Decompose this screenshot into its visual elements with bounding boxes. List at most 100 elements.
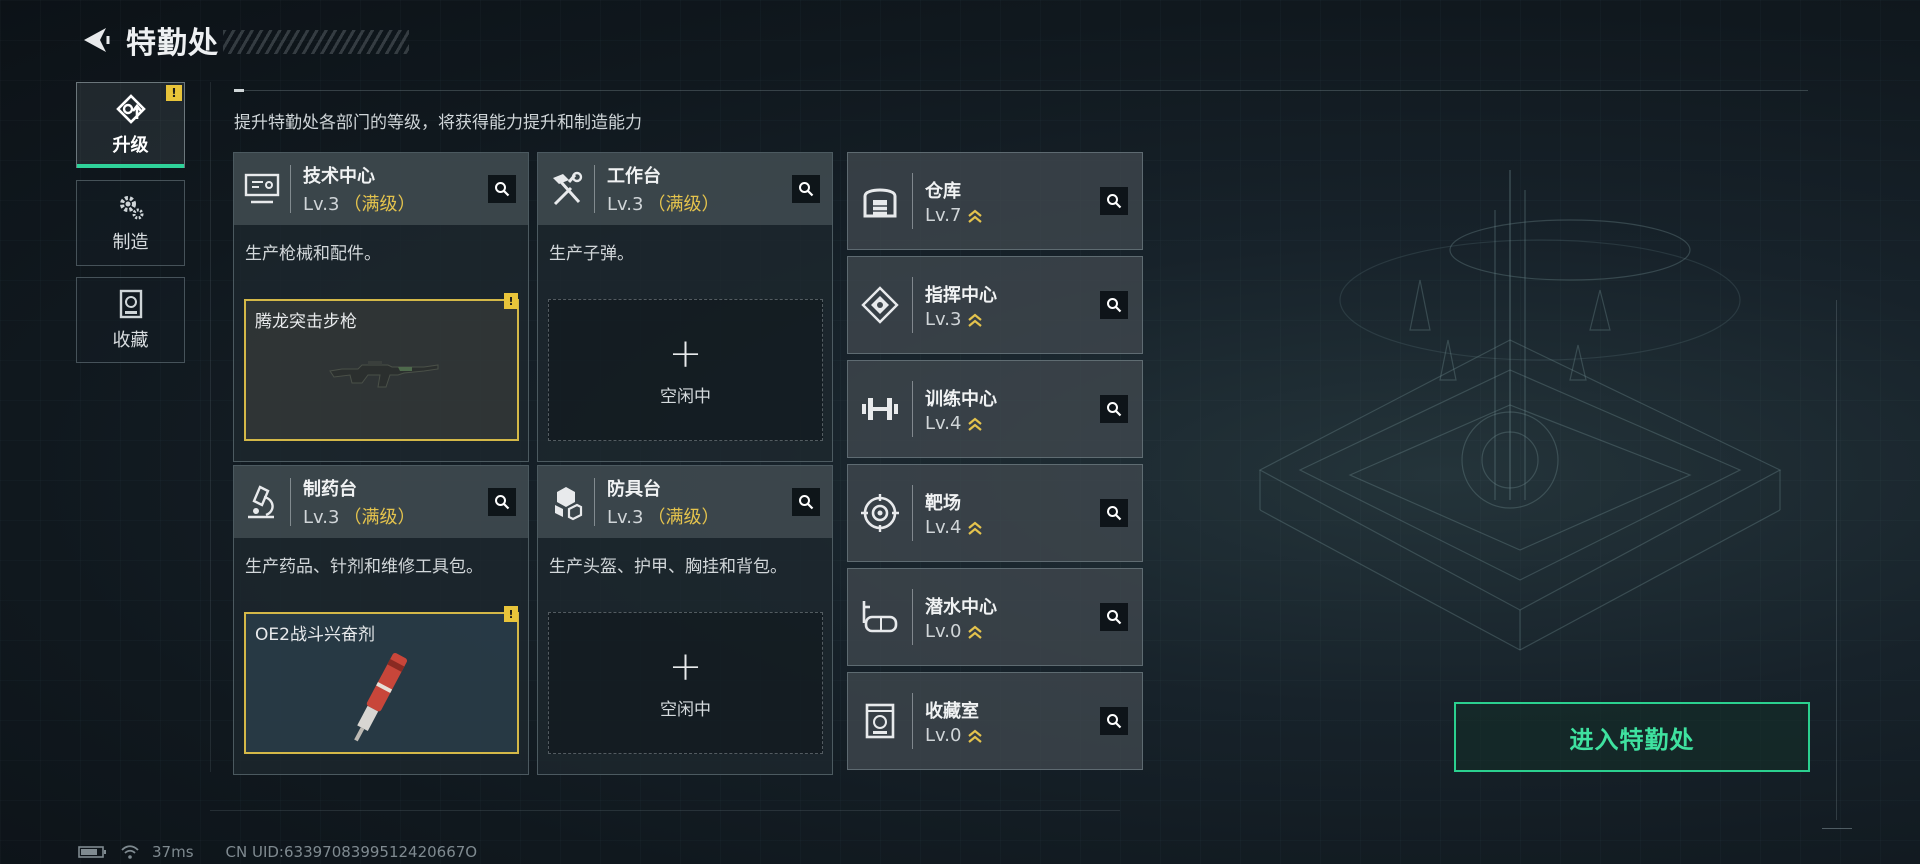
search-icon [799, 495, 814, 510]
search-icon [1107, 402, 1122, 417]
card-name: 防具台 [607, 479, 661, 500]
card-header: 制药台 Lv.3 （满级） [234, 466, 528, 538]
page-subtitle: 提升特勤处各部门的等级，将获得能力提升和制造能力 [234, 113, 642, 133]
empty-production-slot[interactable]: + 空闲中 [548, 299, 823, 441]
room-name: 训练中心 [925, 388, 997, 410]
production-slot[interactable]: ! OE2战斗兴奋剂 [244, 606, 519, 754]
row-collection-room[interactable]: 收藏室 Lv.0 [847, 672, 1143, 770]
card-description: 生产药品、针剂和维修工具包。 [245, 557, 483, 577]
search-button[interactable] [792, 175, 820, 203]
idle-label: 空闲中 [660, 699, 711, 720]
ping-value: 37ms [152, 843, 194, 861]
room-level: Lv.3 [925, 308, 962, 330]
workbench-icon [553, 171, 583, 206]
decor-crosshair [1822, 828, 1852, 829]
search-icon [799, 182, 814, 197]
card-workbench[interactable]: 工作台 Lv.3 （满级） 生产子弹。 + 空闲中 [537, 152, 833, 462]
card-level: Lv.3 [303, 194, 340, 215]
command-center-icon [861, 286, 899, 324]
search-icon [1107, 610, 1122, 625]
search-button[interactable] [1100, 499, 1128, 527]
search-button[interactable] [792, 488, 820, 516]
user-uid: CN UID:6339708399512420667O [225, 843, 478, 861]
room-name: 靶场 [925, 492, 961, 514]
room-name: 收藏室 [925, 700, 979, 722]
decor-bottom-line [210, 810, 1120, 811]
upgrade-chevron-icon [968, 625, 983, 639]
production-slot[interactable]: ! 腾龙突击步枪 [244, 293, 519, 441]
left-divider [210, 82, 211, 772]
tab-collection-label: 收藏 [112, 330, 149, 351]
row-command-center[interactable]: 指挥中心 Lv.3 [847, 256, 1143, 354]
add-plus-icon: + [668, 643, 703, 690]
search-button[interactable] [1100, 187, 1128, 215]
alert-badge: ! [504, 293, 518, 309]
search-button[interactable] [1100, 395, 1128, 423]
upgrade-chevron-icon [968, 417, 983, 431]
row-warehouse[interactable]: 仓库 Lv.7 [847, 152, 1143, 250]
craft-gear-icon [119, 196, 143, 220]
tab-upgrade[interactable]: ! 升级 [76, 82, 185, 168]
enter-special-ops-button[interactable]: 进入特勤处 [1454, 702, 1810, 772]
battery-icon [78, 846, 106, 858]
alert-badge: ! [504, 606, 518, 622]
assault-rifle-image [329, 361, 439, 388]
base-wireframe-illustration [1258, 170, 1782, 651]
card-level: Lv.3 [303, 507, 340, 528]
training-center-icon [862, 398, 898, 420]
armor-bench-icon [555, 487, 583, 521]
page-title: 特勤处 [126, 26, 219, 61]
top-divider [234, 89, 1808, 92]
card-armor-bench[interactable]: 防具台 Lv.3 （满级） 生产头盔、护甲、胸挂和背包。 + 空闲中 [537, 465, 833, 775]
room-level: Lv.4 [925, 412, 962, 434]
upgrade-chevron-icon [968, 313, 983, 327]
diving-center-icon [862, 601, 898, 633]
room-name: 仓库 [925, 180, 961, 202]
card-header: 技术中心 Lv.3 （满级） [234, 153, 528, 225]
card-header: 防具台 Lv.3 （满级） [538, 466, 832, 538]
alert-badge: ! [166, 85, 182, 101]
wifi-icon [121, 845, 139, 859]
collection-icon [119, 289, 142, 319]
room-name: 潜水中心 [925, 596, 997, 618]
back-arrow-icon [84, 28, 110, 52]
row-diving-center[interactable]: 潜水中心 Lv.0 [847, 568, 1143, 666]
tab-collection[interactable]: 收藏 [76, 277, 185, 363]
search-icon [1107, 506, 1122, 521]
card-pharmacy[interactable]: 制药台 Lv.3 （满级） 生产药品、针剂和维修工具包。 ! OE2战斗兴奋剂 [233, 465, 529, 775]
search-button[interactable] [488, 175, 516, 203]
tab-upgrade-label: 升级 [112, 135, 149, 156]
search-button[interactable] [488, 488, 516, 516]
slot-item-name: OE2战斗兴奋剂 [255, 625, 375, 645]
upgrade-chevron-icon [968, 729, 983, 743]
back-button[interactable] [78, 22, 114, 58]
shooting-range-icon [861, 494, 899, 532]
card-tech-center[interactable]: 技术中心 Lv.3 （满级） 生产枪械和配件。 ! 腾龙突击步枪 [233, 152, 529, 462]
search-button[interactable] [1100, 291, 1128, 319]
card-description: 生产枪械和配件。 [245, 244, 381, 264]
search-button[interactable] [1100, 603, 1128, 631]
warehouse-icon [863, 188, 897, 218]
tech-center-icon [244, 173, 280, 204]
max-level-tag: （满级） [343, 194, 416, 215]
title-decoration [223, 30, 409, 54]
search-icon [1107, 298, 1122, 313]
collection-room-icon [865, 703, 895, 739]
max-level-tag: （满级） [343, 507, 416, 528]
tab-craft[interactable]: 制造 [76, 180, 185, 266]
stimulant-injector-image [354, 653, 408, 742]
room-level: Lv.7 [925, 204, 962, 226]
max-level-tag: （满级） [647, 194, 720, 215]
card-name: 工作台 [607, 166, 661, 187]
upgrade-chevron-icon [968, 209, 983, 223]
slot-item-name: 腾龙突击步枪 [255, 312, 357, 332]
room-level: Lv.4 [925, 516, 962, 538]
room-level: Lv.0 [925, 620, 962, 642]
empty-production-slot[interactable]: + 空闲中 [548, 612, 823, 754]
row-training-center[interactable]: 训练中心 Lv.4 [847, 360, 1143, 458]
add-plus-icon: + [668, 330, 703, 377]
row-shooting-range[interactable]: 靶场 Lv.4 [847, 464, 1143, 562]
upgrade-icon [115, 94, 146, 124]
search-button[interactable] [1100, 707, 1128, 735]
upgrade-chevron-icon [968, 521, 983, 535]
